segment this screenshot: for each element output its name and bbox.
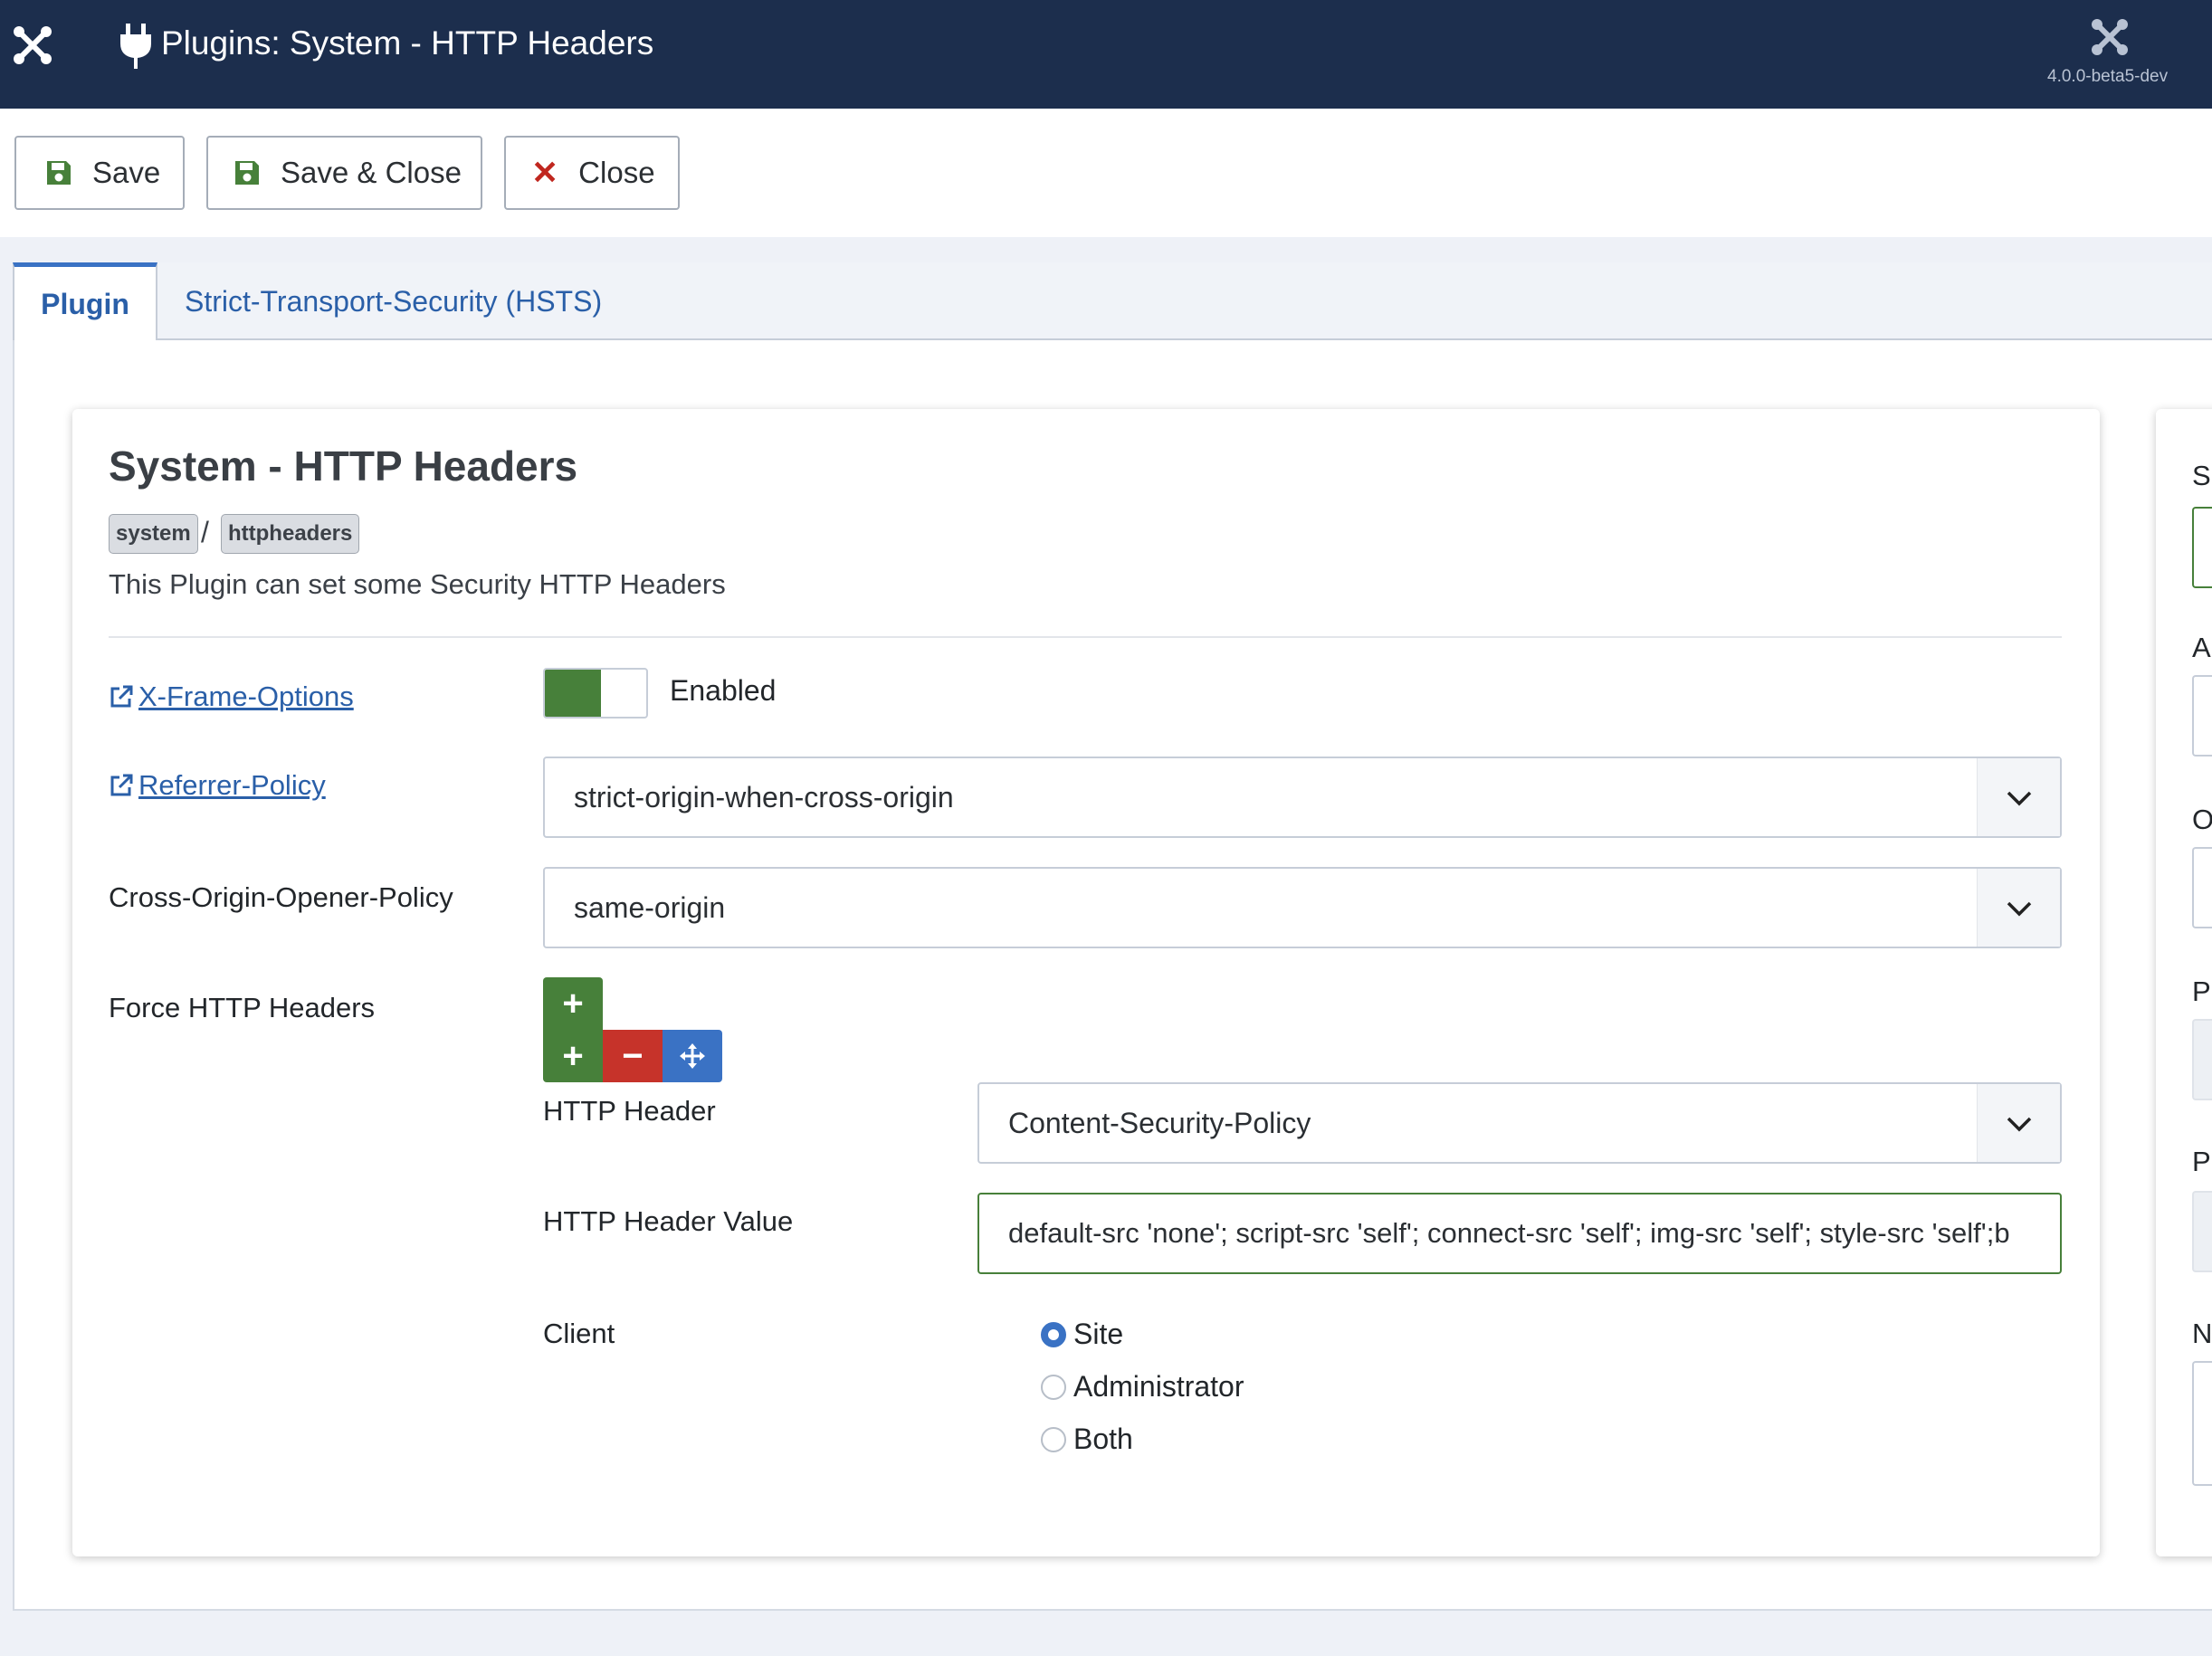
add-row-button[interactable]: + [543, 977, 603, 1030]
tab-plugin[interactable]: Plugin [13, 262, 157, 342]
sidebar-field-input[interactable] [2192, 847, 2212, 928]
client-radio-administrator[interactable]: Administrator [1041, 1370, 1244, 1404]
sidebar-field-input [2192, 1019, 2212, 1100]
move-row-handle[interactable] [663, 1030, 722, 1082]
close-label: Close [578, 156, 655, 189]
xframe-options-label: X-Frame-Options [138, 680, 354, 712]
folder-badge: system [109, 514, 198, 554]
referrer-policy-label: Referrer-Policy [138, 769, 326, 801]
sidebar-field-label: P [2192, 1146, 2211, 1177]
client-radio-site[interactable]: Site [1041, 1318, 1123, 1351]
radio-checked-icon [1041, 1321, 1066, 1347]
element-badge: httpheaders [221, 514, 360, 554]
close-button[interactable]: ✕ Close [504, 136, 680, 210]
coop-value: same-origin [574, 891, 726, 924]
http-header-value-input[interactable]: default-src 'none'; script-src 'self'; c… [977, 1193, 2062, 1274]
divider [109, 636, 2062, 638]
chevron-down-icon [1977, 758, 2060, 836]
coop-label: Cross-Origin-Opener-Policy [109, 881, 453, 913]
joomla-logo-icon[interactable] [13, 22, 52, 67]
tab-bar: Plugin Strict-Transport-Security (HSTS) [13, 262, 2212, 342]
switch-on-indicator [545, 670, 601, 717]
remove-row-button[interactable]: − [603, 1030, 663, 1082]
sidebar-field-label: N [2192, 1318, 2212, 1349]
chevron-down-icon [1977, 1084, 2060, 1162]
referrer-policy-value: strict-origin-when-cross-origin [574, 781, 954, 814]
sidebar-field-label: P [2192, 976, 2211, 1007]
save-close-button[interactable]: Save & Close [206, 136, 482, 210]
sidebar-field-textarea[interactable] [2192, 1361, 2212, 1486]
client-option-label: Administrator [1073, 1370, 1244, 1403]
minus-icon: − [622, 1035, 644, 1076]
sidebar-field-label: A [2192, 632, 2211, 663]
save-icon [235, 161, 259, 185]
force-headers-label: Force HTTP Headers [109, 992, 376, 1023]
plus-icon: + [562, 983, 584, 1023]
external-link-icon [110, 774, 133, 796]
http-header-select[interactable]: Content-Security-Policy [977, 1082, 2062, 1164]
http-header-value-label: HTTP Header Value [543, 1205, 794, 1237]
top-header: Plugins: System - HTTP Headers 4.0.0-bet… [0, 0, 2212, 109]
save-close-label: Save & Close [281, 156, 462, 189]
save-label: Save [92, 156, 161, 189]
client-radio-both[interactable]: Both [1041, 1423, 1133, 1456]
plug-icon [120, 24, 151, 69]
plus-icon: + [562, 1035, 584, 1076]
save-button[interactable]: Save [14, 136, 185, 210]
xframe-options-link[interactable]: X-Frame-Options [109, 680, 354, 713]
plugin-description: This Plugin can set some Security HTTP H… [109, 568, 726, 600]
close-icon: ✕ [531, 154, 559, 191]
sidebar-field-label: S [2192, 460, 2211, 491]
badge-separator: / [201, 516, 209, 548]
version-label: 4.0.0-beta5-dev [2047, 67, 2169, 86]
sidebar-field-input [2192, 1191, 2212, 1272]
plugin-title: System - HTTP Headers [109, 443, 578, 490]
http-header-value: Content-Security-Policy [1008, 1107, 1311, 1139]
client-label: Client [543, 1318, 615, 1349]
client-option-label: Both [1073, 1423, 1133, 1455]
radio-unchecked-icon [1041, 1426, 1066, 1452]
joomla-logo-icon [2092, 19, 2128, 55]
external-link-icon [110, 685, 133, 708]
sidebar-field-input[interactable] [2192, 675, 2212, 757]
add-after-button[interactable]: + [543, 1030, 603, 1082]
page-title: Plugins: System - HTTP Headers [161, 24, 654, 62]
toolbar: Save Save & Close ✕ Close [0, 109, 2212, 237]
http-header-label: HTTP Header [543, 1095, 716, 1127]
sidebar-field-input[interactable] [2192, 507, 2212, 588]
sidebar-field-label: O [2192, 804, 2212, 835]
referrer-policy-select[interactable]: strict-origin-when-cross-origin [543, 757, 2062, 838]
move-icon [680, 1043, 705, 1069]
chevron-down-icon [1977, 869, 2060, 947]
xframe-options-switch[interactable] [543, 668, 648, 719]
coop-select[interactable]: same-origin [543, 867, 2062, 948]
save-icon [47, 161, 71, 185]
tab-hsts[interactable]: Strict-Transport-Security (HSTS) [185, 262, 602, 340]
referrer-policy-link[interactable]: Referrer-Policy [109, 769, 326, 802]
xframe-options-state: Enabled [670, 674, 777, 707]
client-option-label: Site [1073, 1318, 1124, 1350]
radio-unchecked-icon [1041, 1374, 1066, 1400]
